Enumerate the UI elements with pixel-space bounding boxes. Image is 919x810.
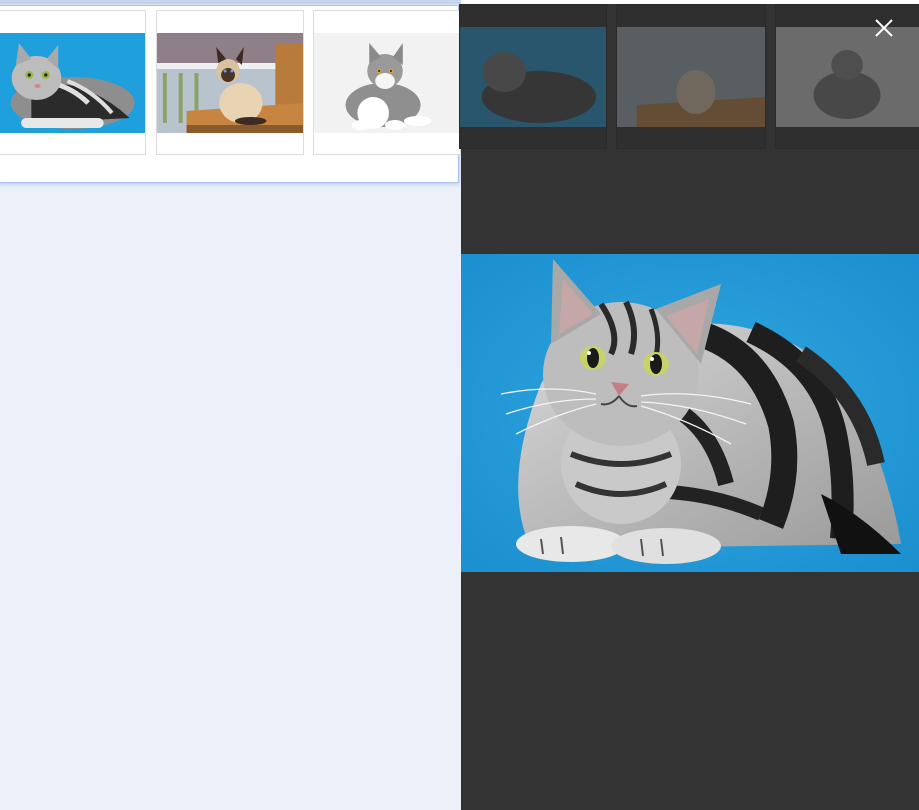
image-viewer-overlay (459, 0, 919, 810)
thumbnail-image (157, 33, 303, 133)
thumbnail-siamese-cat[interactable] (156, 10, 304, 155)
dimmed-thumbnail-silver-tabby (459, 4, 607, 149)
thumbnail-image (0, 33, 145, 133)
thumbnail-grey-white-kitten[interactable] (313, 10, 461, 155)
thumbnail-image (460, 27, 606, 127)
close-button[interactable] (869, 13, 899, 43)
preview-image-silver-tabby-cat[interactable] (461, 254, 919, 572)
thumbnail-image (617, 27, 765, 127)
results-pane (0, 0, 461, 810)
image-results-strip (0, 5, 461, 183)
dimmed-thumbnail-siamese (616, 4, 766, 149)
thumbnail-silver-tabby-cat[interactable] (0, 10, 146, 155)
top-highlight-strip (0, 0, 461, 4)
close-icon (875, 19, 893, 37)
thumbnail-image (314, 33, 460, 133)
